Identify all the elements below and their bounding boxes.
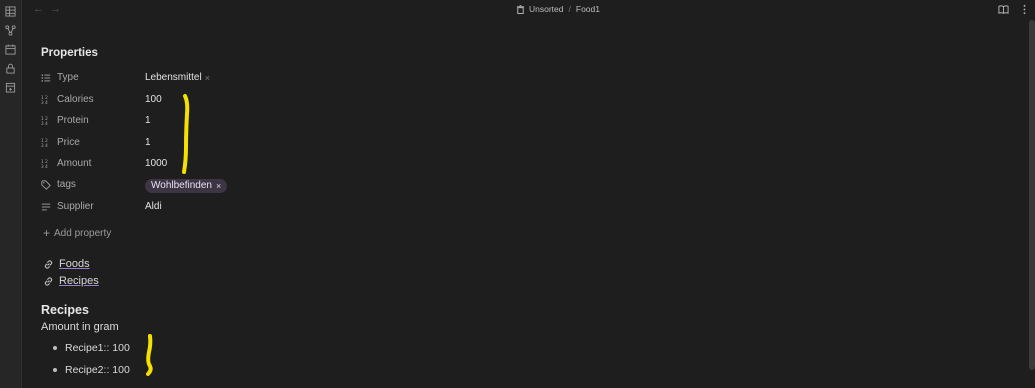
property-value[interactable]: 1000 [145, 158, 167, 169]
svg-text:4: 4 [45, 143, 48, 148]
table-icon[interactable] [3, 4, 17, 18]
left-ribbon [0, 0, 22, 388]
breadcrumb-folder[interactable]: Unsorted [529, 4, 564, 14]
svg-text:4: 4 [45, 164, 48, 169]
svg-text:3: 3 [41, 121, 44, 126]
list-item: Recipe1:: 100 [53, 342, 130, 354]
bullet-dot [53, 368, 57, 372]
link-recipes[interactable]: Recipes [43, 275, 99, 287]
more-options-icon[interactable] [1018, 3, 1031, 16]
property-value[interactable]: 1 [145, 115, 151, 126]
text-icon [41, 203, 51, 210]
scrollbar[interactable] [1029, 20, 1035, 370]
number-icon: 1 23 4 [41, 159, 48, 169]
add-property-label: Add property [54, 227, 112, 239]
remove-value-icon[interactable]: × [205, 73, 210, 83]
tag-label: Wohlbefinden [151, 180, 212, 191]
svg-text:3: 3 [41, 143, 44, 148]
reading-view-icon[interactable] [997, 3, 1010, 16]
property-supplier[interactable]: Supplier Aldi [41, 201, 441, 217]
list-item-text: Recipe2:: 100 [65, 364, 130, 376]
link-label[interactable]: Foods [59, 258, 90, 270]
template-icon[interactable] [3, 80, 17, 94]
property-tags[interactable]: tags Wohlbefinden × [41, 179, 441, 195]
bullet-dot [53, 346, 57, 350]
property-key: Protein [57, 115, 89, 126]
number-icon: 1 23 4 [41, 95, 48, 105]
list-item: Recipe2:: 100 [53, 364, 130, 376]
property-key: tags [57, 179, 76, 190]
property-value[interactable]: Lebensmittel [145, 72, 202, 83]
link-foods[interactable]: Foods [43, 258, 90, 270]
properties-heading: Properties [41, 47, 98, 59]
link-icon [44, 276, 53, 286]
breadcrumb-separator: / [568, 4, 571, 14]
add-property-button[interactable]: + Add property [43, 226, 111, 240]
lock-icon[interactable] [3, 61, 17, 75]
recipes-heading: Recipes [41, 303, 89, 317]
property-price[interactable]: 1234 Price 1 [41, 137, 441, 153]
number-icon: 1 23 4 [41, 116, 48, 126]
property-protein[interactable]: 1234 Protein 1 [41, 115, 441, 131]
calendar-icon[interactable] [3, 42, 17, 56]
tag-icon [41, 179, 51, 190]
breadcrumb-file[interactable]: Food1 [576, 4, 600, 14]
number-icon: 1 23 4 [41, 138, 48, 148]
property-value[interactable]: 1 [145, 137, 151, 148]
link-label[interactable]: Recipes [59, 275, 99, 287]
list-icon [41, 73, 51, 82]
property-key: Price [57, 137, 80, 148]
property-key: Calories [57, 94, 94, 105]
property-key: Amount [57, 158, 92, 169]
list-item-text: Recipe1:: 100 [65, 342, 130, 354]
yellow-highlight-mark [182, 94, 190, 174]
recipes-subtitle: Amount in gram [41, 321, 119, 333]
property-key: Type [57, 72, 79, 83]
trash-icon [516, 4, 525, 14]
graph-icon[interactable] [3, 23, 17, 37]
yellow-highlight-mark [146, 334, 153, 376]
property-amount[interactable]: 1234 Amount 1000 [41, 158, 441, 174]
svg-text:3: 3 [41, 164, 44, 169]
property-key: Supplier [57, 201, 94, 212]
svg-text:4: 4 [45, 100, 48, 105]
tab-header: ← → Unsorted / Food1 [22, 0, 1035, 20]
svg-text:3: 3 [41, 100, 44, 105]
plus-icon: + [43, 226, 51, 240]
property-value[interactable]: Aldi [145, 201, 162, 212]
breadcrumb: Unsorted / Food1 [516, 4, 600, 14]
property-value[interactable]: 100 [145, 94, 162, 105]
forward-arrow-icon[interactable]: → [50, 3, 61, 15]
property-calories[interactable]: 1234 Calories 100 [41, 94, 441, 110]
svg-text:4: 4 [45, 121, 48, 126]
tag-pill[interactable]: Wohlbefinden × [145, 179, 228, 193]
remove-tag-icon[interactable]: × [216, 181, 221, 191]
link-icon [44, 259, 53, 269]
back-arrow-icon[interactable]: ← [33, 3, 44, 15]
property-type[interactable]: Type Lebensmittel × [41, 72, 441, 88]
